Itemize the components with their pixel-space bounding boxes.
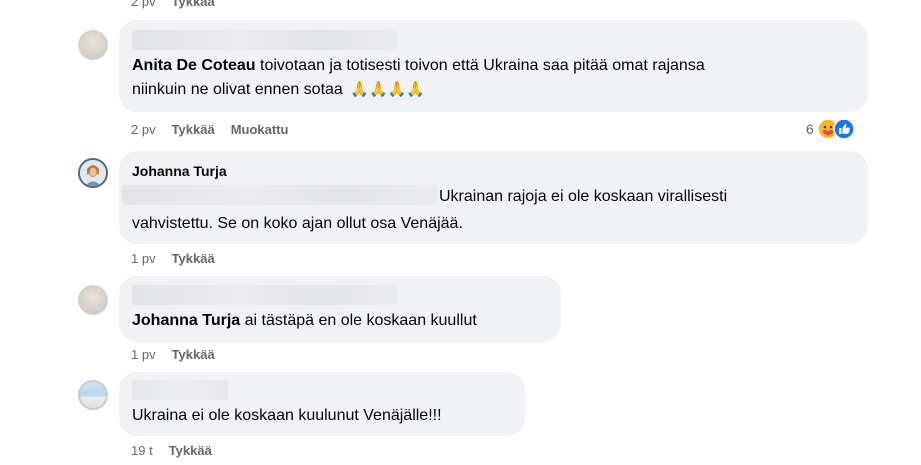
comment-text-line2: niinkuin ne olivat ennen sotaa bbox=[132, 81, 343, 98]
comment-body: Anita De Coteau toivotaan ja totisesti t… bbox=[132, 54, 852, 102]
comment-text: ai tästäpä en ole koskaan kuullut bbox=[244, 312, 477, 329]
like-reaction-icon bbox=[833, 118, 855, 140]
comment-text: Ukraina ei ole koskaan kuulunut Venäjäll… bbox=[132, 407, 442, 424]
avatar[interactable] bbox=[78, 158, 108, 188]
redacted-name bbox=[132, 285, 398, 305]
avatar[interactable] bbox=[78, 380, 108, 410]
comment-text-line1: Ukrainan rajoja ei ole koskaan virallise… bbox=[439, 188, 728, 205]
like-link[interactable]: Tykkää bbox=[172, 347, 215, 362]
avatar[interactable] bbox=[78, 285, 108, 315]
author-name[interactable]: Johanna Turja bbox=[132, 163, 227, 179]
comment-time[interactable]: 19 t bbox=[131, 443, 153, 458]
like-link[interactable]: Tykkää bbox=[172, 251, 215, 266]
comment-meta-anita: 2 pv Tykkää Muokattu bbox=[131, 122, 289, 137]
comment-body: Johanna Turja ai tästäpä en ole koskaan … bbox=[132, 309, 477, 333]
comment-meta-johanna: 1 pv Tykkää bbox=[131, 251, 215, 266]
mention-link[interactable]: Johanna Turja bbox=[132, 312, 240, 329]
comment-meta-reply2: 19 t Tykkää bbox=[131, 443, 212, 458]
comment-time[interactable]: 2 pv bbox=[131, 122, 156, 137]
redacted-name bbox=[132, 380, 228, 400]
comment-time[interactable]: 1 pv bbox=[131, 347, 156, 362]
comment-meta-top: 2 pv Tykkää bbox=[131, 0, 215, 9]
comment-text-line2: vahvistettu. Se on koko ajan ollut osa V… bbox=[132, 215, 463, 232]
reaction-count: 6 bbox=[806, 121, 814, 137]
comment-bubble-reply2: Ukraina ei ole koskaan kuulunut Venäjäll… bbox=[119, 372, 525, 436]
like-link[interactable]: Tykkää bbox=[172, 122, 215, 137]
comment-time[interactable]: 2 pv bbox=[131, 0, 156, 9]
edited-label[interactable]: Muokattu bbox=[231, 122, 289, 137]
redacted-mention bbox=[122, 185, 437, 205]
like-link[interactable]: Tykkää bbox=[169, 443, 212, 458]
comment-time[interactable]: 1 pv bbox=[131, 251, 156, 266]
pray-emoji-icons: 🙏🙏🙏🙏 bbox=[350, 81, 425, 98]
avatar[interactable] bbox=[78, 30, 108, 60]
comment-bubble-anita: Anita De Coteau toivotaan ja totisesti t… bbox=[119, 20, 868, 112]
comment-bubble-johanna: Johanna Turja Ukrainan rajoja ei ole kos… bbox=[119, 151, 868, 244]
comment-bubble-reply1: Johanna Turja ai tästäpä en ole koskaan … bbox=[119, 276, 561, 342]
comment-text-line1: toivotaan ja totisesti toivon että Ukrai… bbox=[260, 57, 705, 74]
author-name[interactable]: Anita De Coteau bbox=[132, 57, 256, 74]
like-link[interactable]: Tykkää bbox=[172, 0, 215, 9]
redacted-name bbox=[132, 30, 398, 50]
comment-meta-reply1: 1 pv Tykkää bbox=[131, 347, 215, 362]
profile-photo-icon bbox=[80, 160, 106, 186]
reaction-summary[interactable]: 6 bbox=[806, 118, 855, 140]
